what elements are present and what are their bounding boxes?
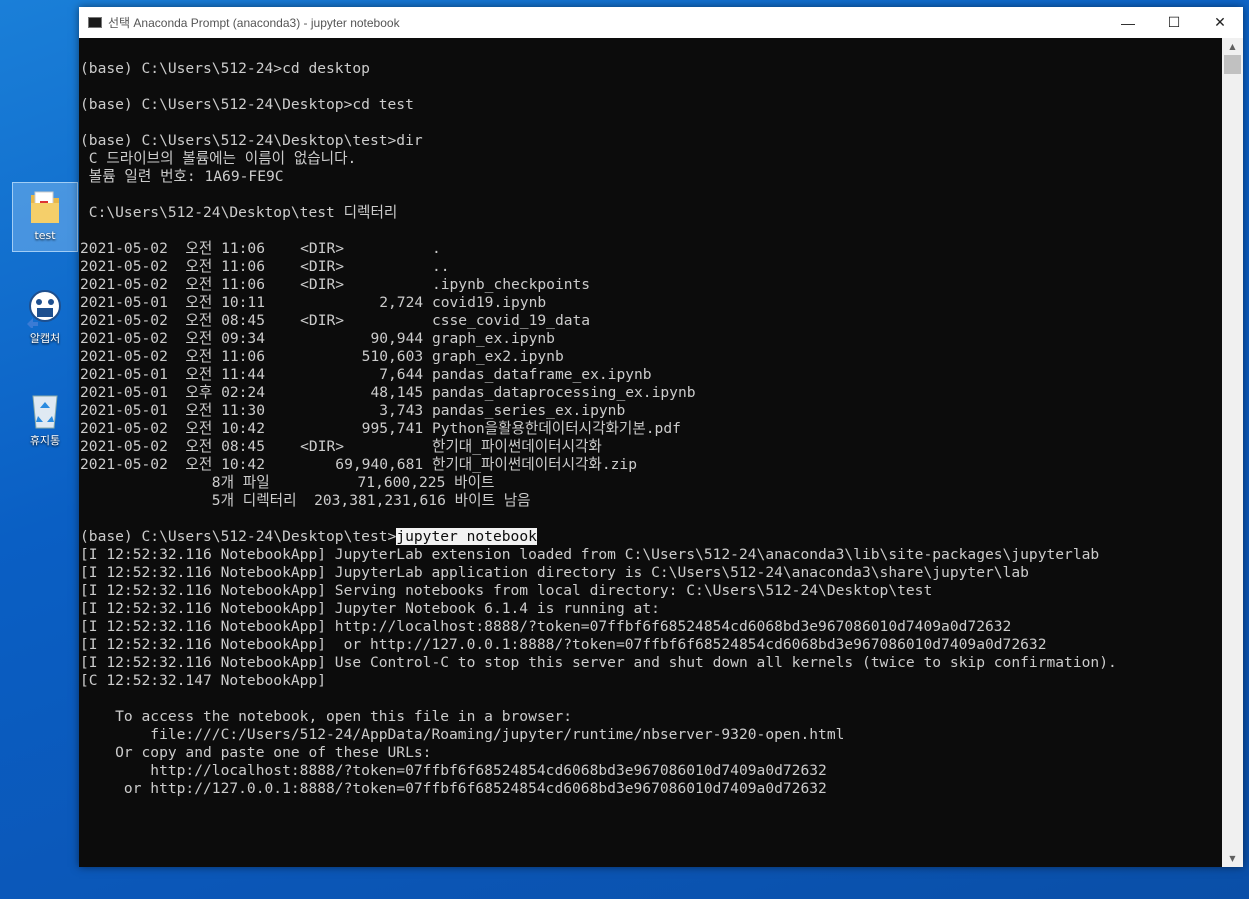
console-line: 2021-05-01 오전 11:44 7,644 pandas_datafra… [80,366,652,383]
folder-icon [31,191,59,223]
desktop-icon-test[interactable]: test [12,182,78,252]
console-line: (base) C:\Users\512-24\Desktop\test>dir [80,132,423,149]
console-line: 8개 파일 71,600,225 바이트 [80,474,495,491]
console-line: [I 12:52:32.116 NotebookApp] Jupyter Not… [80,600,660,617]
vertical-scrollbar[interactable]: ▲ ▼ [1222,38,1243,867]
console-lines-before: (base) C:\Users\512-24>cd desktop (base)… [80,60,696,509]
console-line: http://localhost:8888/?token=07ffbf6f685… [80,762,827,779]
console-line: 2021-05-01 오전 11:30 3,743 pandas_series_… [80,402,626,419]
console-app-icon [88,17,102,28]
console-line: 2021-05-02 오전 09:34 90,944 graph_ex.ipyn… [80,330,555,347]
console-prompt: (base) C:\Users\512-24\Desktop\test> [80,528,397,545]
console-line: [I 12:52:32.116 NotebookApp] JupyterLab … [80,564,1029,581]
minimize-button[interactable]: — [1105,7,1151,38]
console-line: [I 12:52:32.116 NotebookApp] JupyterLab … [80,546,1100,563]
close-button[interactable]: ✕ [1197,7,1243,38]
console-line: 5개 디렉터리 203,381,231,616 바이트 남음 [80,492,531,509]
window-title: 선택 Anaconda Prompt (anaconda3) - jupyter… [108,16,400,30]
recycle-bin-icon [32,395,58,429]
console-line: [I 12:52:32.116 NotebookApp] Use Control… [80,654,1117,671]
console-line: 2021-05-02 오전 11:06 <DIR> .. [80,258,450,275]
desktop-icon-recycle-bin[interactable]: 휴지통 [12,386,78,456]
maximize-button[interactable]: ☐ [1151,7,1197,38]
console-line: 2021-05-02 오전 10:42 69,940,681 한기대_파이썬데이… [80,456,637,473]
console-line: [C 12:52:32.147 NotebookApp] [80,672,327,689]
console-window[interactable]: 선택 Anaconda Prompt (anaconda3) - jupyter… [79,7,1243,867]
console-line: (base) C:\Users\512-24>cd desktop [80,60,370,77]
console-line: [I 12:52:32.116 NotebookApp] Serving not… [80,582,933,599]
console-line: 2021-05-02 오전 11:06 <DIR> . [80,240,441,257]
console-line: To access the notebook, open this file i… [80,708,573,725]
console-line: 2021-05-02 오전 08:45 <DIR> 한기대_파이썬데이터시각화 [80,438,602,455]
console-line: 2021-05-01 오후 02:24 48,145 pandas_datapr… [80,384,696,401]
console-line: 볼륨 일련 번호: 1A69-FE9C [80,168,284,185]
selected-command[interactable]: jupyter notebook [396,528,537,545]
desktop-icon-label: 휴지통 [29,434,61,447]
console-line: 2021-05-02 오전 08:45 <DIR> csse_covid_19_… [80,312,591,329]
desktop-icon-label: test [34,229,56,242]
console-line: [I 12:52:32.116 NotebookApp] or http://1… [80,636,1047,653]
console-lines-after: [I 12:52:32.116 NotebookApp] JupyterLab … [80,546,1117,797]
console-line: 2021-05-02 오전 11:06 <DIR> .ipynb_checkpo… [80,276,591,293]
console-output[interactable]: (base) C:\Users\512-24>cd desktop (base)… [79,38,1222,867]
scrollbar-thumb[interactable] [1224,55,1241,74]
console-line: Or copy and paste one of these URLs: [80,744,432,761]
console-line: C:\Users\512-24\Desktop\test 디렉터리 [80,204,398,221]
console-line: 2021-05-02 오전 10:42 995,741 Python을활용한데이… [80,420,681,437]
title-bar[interactable]: 선택 Anaconda Prompt (anaconda3) - jupyter… [79,7,1243,38]
alcapture-icon [27,290,61,328]
desktop-icon-alcapture[interactable]: 알캡처 [12,284,78,354]
console-line: (base) C:\Users\512-24\Desktop>cd test [80,96,414,113]
scroll-down-arrow-icon[interactable]: ▼ [1222,850,1243,867]
console-line: 2021-05-02 오전 11:06 510,603 graph_ex2.ip… [80,348,564,365]
console-line: [I 12:52:32.116 NotebookApp] http://loca… [80,618,1012,635]
console-line: file:///C:/Users/512-24/AppData/Roaming/… [80,726,845,743]
scroll-up-arrow-icon[interactable]: ▲ [1222,38,1243,55]
console-line: C 드라이브의 볼륨에는 이름이 없습니다. [80,150,357,167]
console-line: 2021-05-01 오전 10:11 2,724 covid19.ipynb [80,294,547,311]
console-line: or http://127.0.0.1:8888/?token=07ffbf6f… [80,780,827,797]
desktop-icon-label: 알캡처 [29,332,61,345]
